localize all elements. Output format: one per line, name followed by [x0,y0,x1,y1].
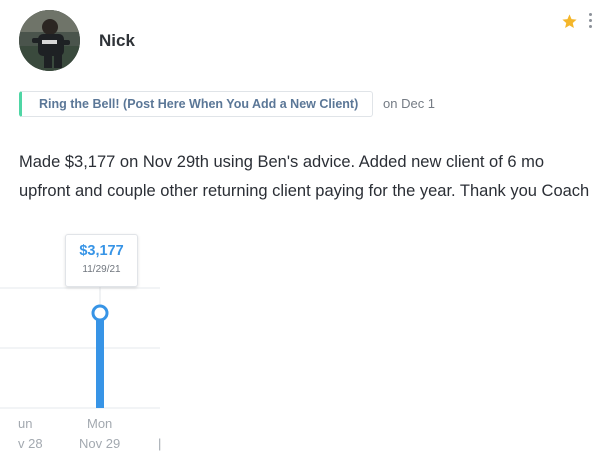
post-body-line: upfront and couple other returning clien… [19,182,590,200]
chart-bar[interactable] [96,313,104,408]
x-tick-next: | [158,436,162,451]
star-icon[interactable] [561,13,578,30]
x-tick-date: Nov 29 [79,436,121,451]
post-date: on Dec 1 [383,96,436,111]
chart-point[interactable] [91,304,109,322]
tooltip-date: 11/29/21 [82,264,121,275]
kebab-menu-icon[interactable] [587,13,593,31]
x-tick-day: un [18,416,33,431]
author-name[interactable]: Nick [99,31,135,51]
earnings-chart: $3,177 11/29/21 un v 28 Mon Nov 29 | [0,224,170,456]
post-body-line: Made $3,177 on Nov 29th using Ben's advi… [19,153,545,171]
tooltip-value: $3,177 [79,243,124,259]
avatar-photo [19,10,80,71]
avatar[interactable] [19,10,80,71]
x-tick-date: v 28 [18,436,43,451]
category-tag[interactable]: Ring the Bell! (Post Here When You Add a… [19,91,374,117]
post-body: Made $3,177 on Nov 29th using Ben's advi… [19,148,589,206]
chart-tooltip: $3,177 11/29/21 [65,234,138,287]
x-tick-day: Mon [87,416,113,431]
